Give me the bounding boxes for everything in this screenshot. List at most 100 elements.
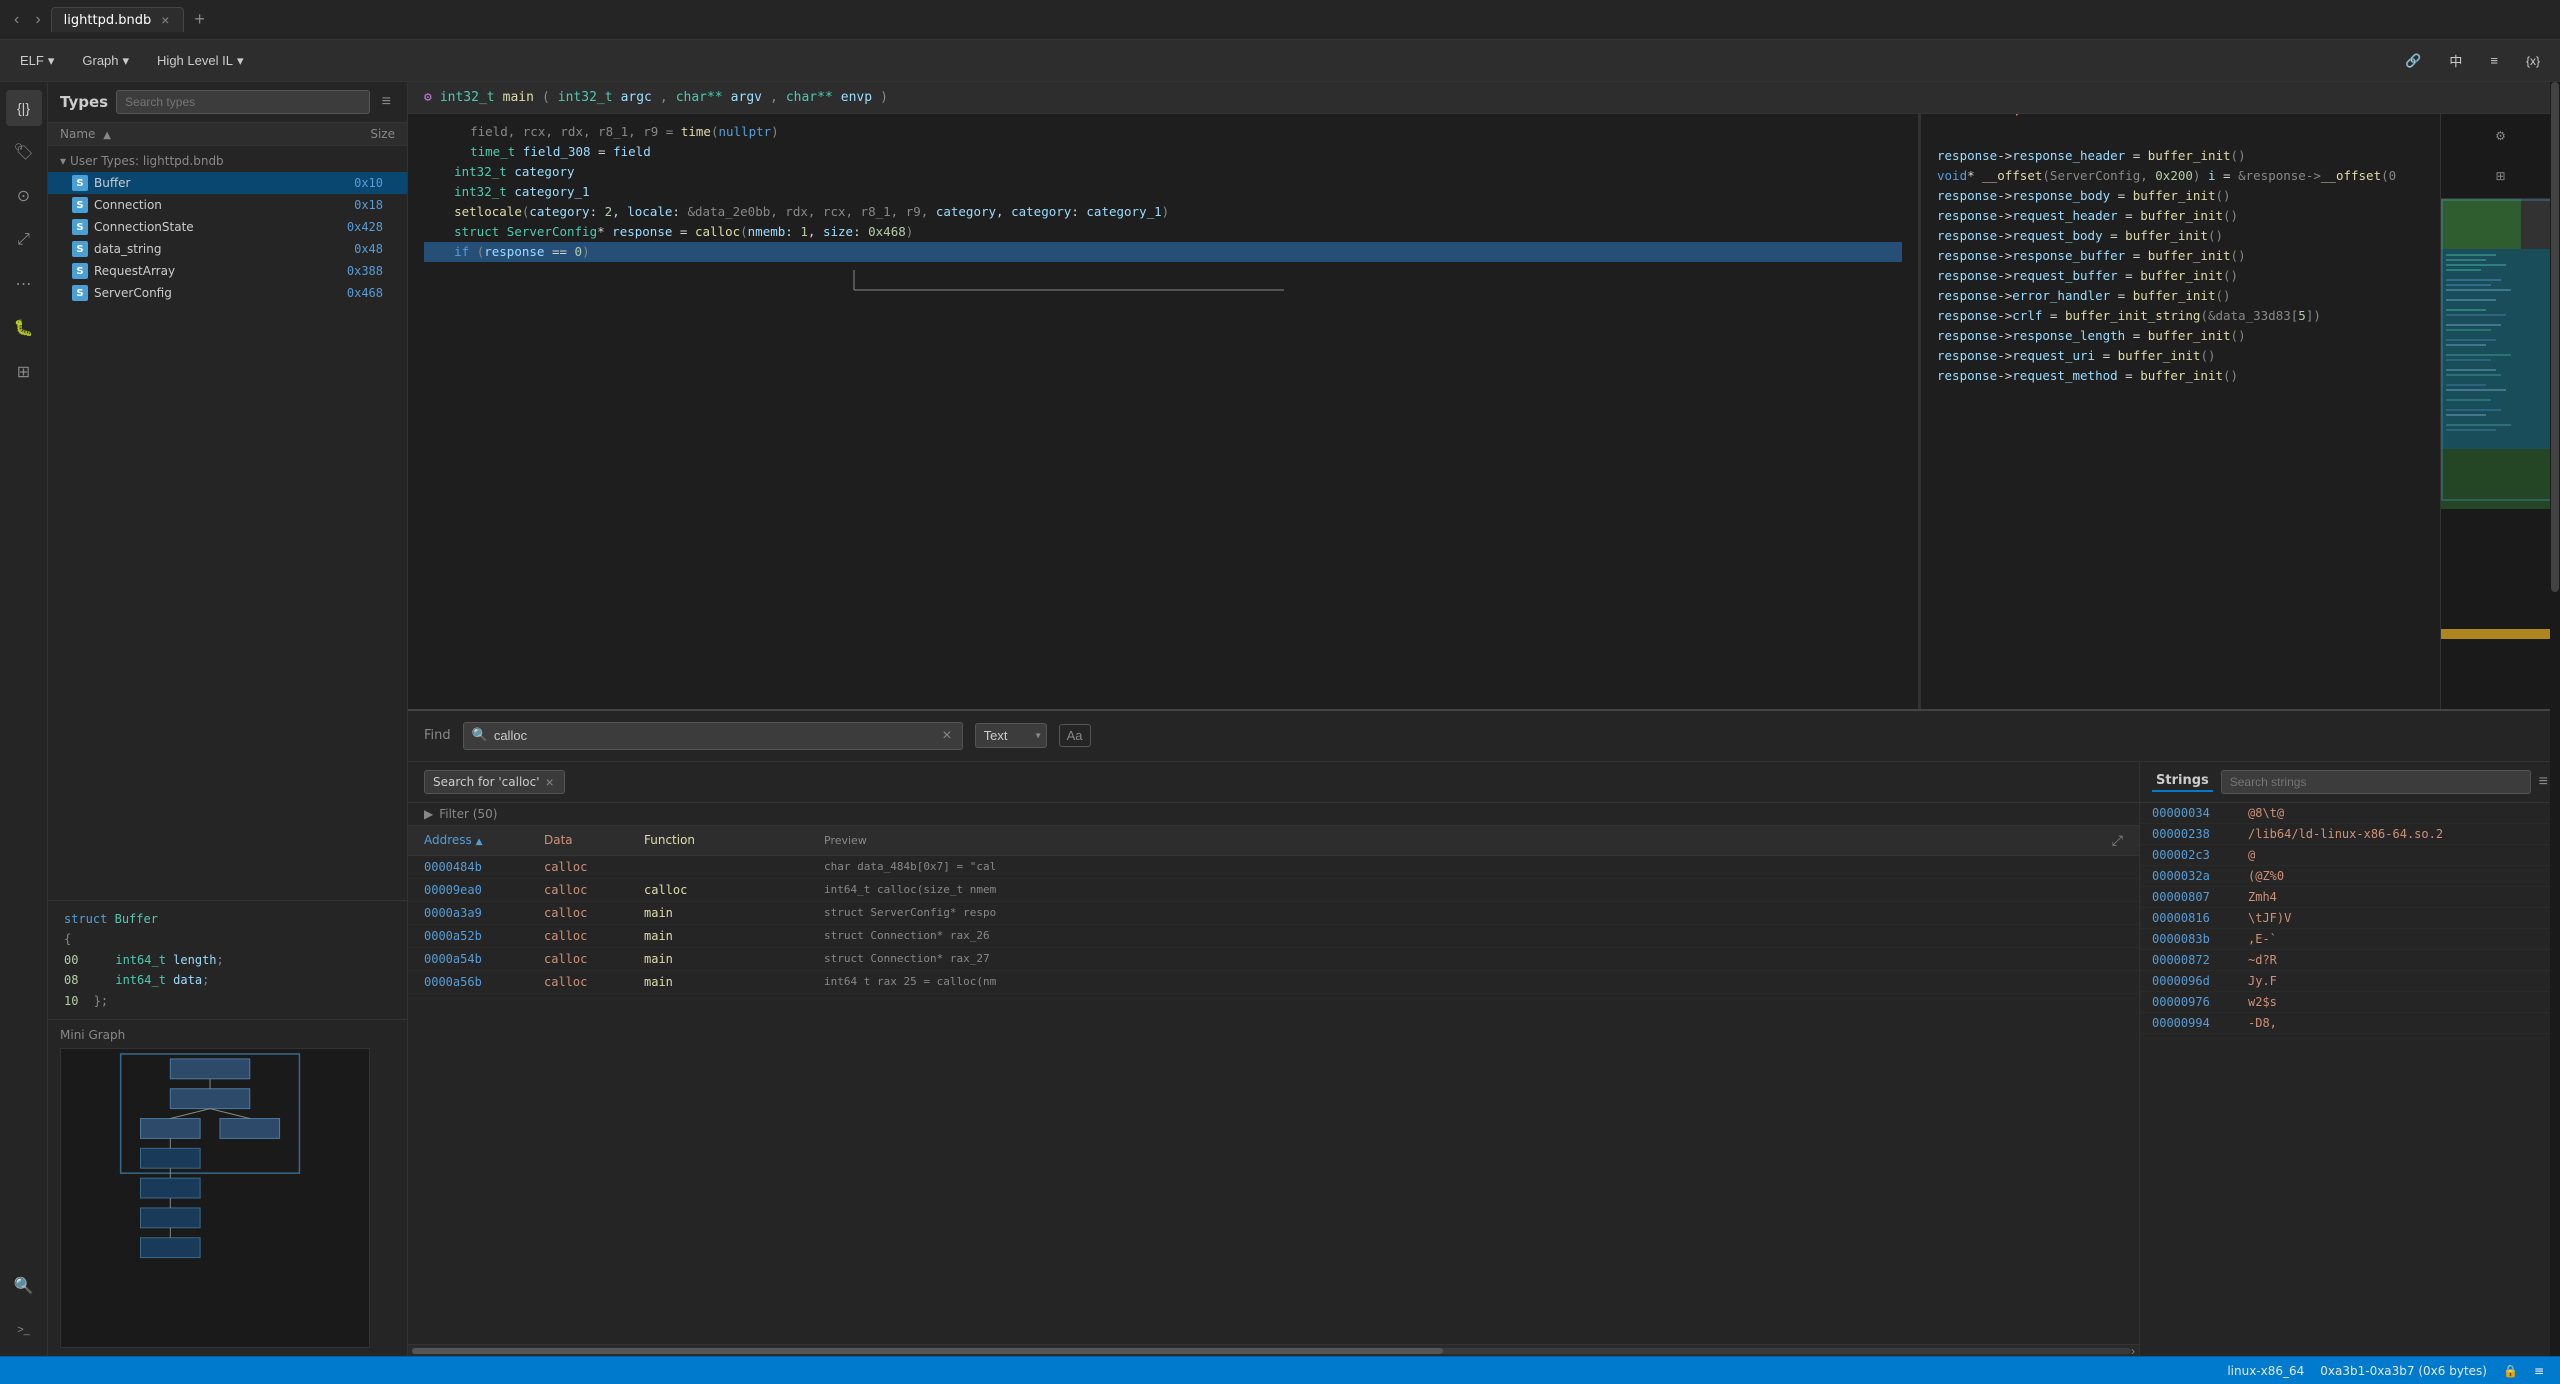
str-val-4: (@Z%0 bbox=[2248, 869, 2548, 883]
minimap-settings-icon[interactable]: ⚙ bbox=[2483, 118, 2519, 154]
chars-button[interactable]: 中 bbox=[2441, 47, 2470, 74]
filter-row[interactable]: ▶ Filter (50) bbox=[408, 803, 2139, 826]
find-clear-button[interactable]: × bbox=[940, 727, 953, 745]
forward-button[interactable]: › bbox=[29, 7, 46, 33]
str-addr-5: 00000807 bbox=[2152, 890, 2232, 904]
search-types-input[interactable] bbox=[116, 90, 370, 114]
strings-menu-button[interactable]: ≡ bbox=[2539, 773, 2548, 791]
type-item-serverconfig[interactable]: S ServerConfig 0x468 bbox=[48, 282, 407, 304]
string-row-9[interactable]: 0000096d Jy.F bbox=[2140, 971, 2560, 992]
code-right-panel[interactable]: response->response_header = buffer_init(… bbox=[1920, 114, 2440, 709]
type-name-data-string: data_string bbox=[94, 242, 348, 256]
strings-list[interactable]: 00000034 @8\t@ 00000238 /lib64/ld-linux-… bbox=[2140, 803, 2560, 1357]
terminal-icon-btn[interactable]: >_ bbox=[6, 1312, 42, 1348]
type-item-connectionstate[interactable]: S ConnectionState 0x428 bbox=[48, 216, 407, 238]
type-name-buffer: Buffer bbox=[94, 176, 348, 190]
find-label: Find bbox=[424, 728, 451, 743]
str-addr-10: 00000976 bbox=[2152, 995, 2232, 1009]
match-case-button[interactable]: Aa bbox=[1059, 724, 1091, 747]
tags-icon-btn[interactable]: 🏷 bbox=[6, 134, 42, 170]
strings-tab[interactable]: Strings bbox=[2152, 771, 2213, 792]
result-row-3[interactable]: 0000a3a9 calloc main struct ServerConfig… bbox=[408, 902, 2139, 925]
type-item-data-string[interactable]: S data_string 0x48 bbox=[48, 238, 407, 260]
back-button[interactable]: ‹ bbox=[8, 7, 25, 33]
layout-icon: ⊞ bbox=[17, 362, 30, 382]
type-item-buffer[interactable]: S Buffer 0x10 bbox=[48, 172, 407, 194]
xref-icon: ⤢ bbox=[17, 231, 30, 249]
str-val-1: @8\t@ bbox=[2248, 806, 2548, 820]
code-line: int32_t category_1 bbox=[424, 182, 1902, 202]
string-row-11[interactable]: 00000994 -D8, bbox=[2140, 1013, 2560, 1034]
status-range: 0xa3b1-0xa3b7 (0x6 bytes) bbox=[2320, 1364, 2487, 1378]
code-area: ⚙ int32_t main ( int32_t argc , char** a… bbox=[408, 82, 2560, 1356]
string-row-6[interactable]: 00000816 \tJF)V bbox=[2140, 908, 2560, 929]
graph-chevron-icon: ▾ bbox=[123, 53, 130, 69]
result-row-1[interactable]: 0000484b calloc char data_484b[0x7] = "c… bbox=[408, 856, 2139, 879]
result-func-5: main bbox=[644, 952, 824, 966]
string-row-8[interactable]: 00000872 ~d?R bbox=[2140, 950, 2560, 971]
string-row-3[interactable]: 000002c3 @ bbox=[2140, 845, 2560, 866]
il-icon-btn[interactable]: ⋯ bbox=[6, 266, 42, 302]
find-input[interactable] bbox=[494, 728, 934, 743]
search-icon-btn[interactable]: 🔍 bbox=[6, 1268, 42, 1304]
string-row-7[interactable]: 0000083b ,E-` bbox=[2140, 929, 2560, 950]
result-row-4[interactable]: 0000a52b calloc main struct Connection* … bbox=[408, 925, 2139, 948]
type-item-connection[interactable]: S Connection 0x18 bbox=[48, 194, 407, 216]
string-row-10[interactable]: 00000976 w2$s bbox=[2140, 992, 2560, 1013]
type-group-user[interactable]: ▾ User Types: lighttpd.bndb bbox=[48, 150, 407, 172]
highlevel-dropdown-button[interactable]: High Level IL ▾ bbox=[149, 49, 251, 73]
sort-arrow-icon: ▲ bbox=[103, 130, 111, 141]
tab-close-button[interactable]: × bbox=[159, 12, 171, 28]
result-addr-3: 0000a3a9 bbox=[424, 906, 544, 920]
scroll-right-button[interactable]: › bbox=[2131, 1344, 2135, 1357]
result-preview-6: int64 t rax 25 = calloc(nm bbox=[824, 975, 2123, 988]
link-button[interactable]: 🔗 bbox=[2397, 49, 2429, 73]
strings-panel: Strings ≡ 00000034 @8\t@ 00000238 /lib64… bbox=[2140, 762, 2560, 1357]
string-row-2[interactable]: 00000238 /lib64/ld-linux-x86-64.so.2 bbox=[2140, 824, 2560, 845]
highlevel-label: High Level IL bbox=[157, 53, 233, 68]
search-tag-close-button[interactable]: × bbox=[544, 774, 556, 790]
filter-label: Filter (50) bbox=[439, 807, 497, 821]
str-addr-11: 00000994 bbox=[2152, 1016, 2232, 1030]
result-row-5[interactable]: 0000a54b calloc main struct Connection* … bbox=[408, 948, 2139, 971]
type-item-requestarray[interactable]: S RequestArray 0x388 bbox=[48, 260, 407, 282]
col-name-header: Name ▲ bbox=[60, 127, 335, 141]
find-type-select[interactable]: Text Hex Regex bbox=[975, 723, 1047, 748]
results-table[interactable]: Address ▲ Data Function Preview ⤢ 000048… bbox=[408, 826, 2139, 1345]
result-row-6[interactable]: 0000a56b calloc main int64 t rax 25 = ca… bbox=[408, 971, 2139, 994]
string-row-4[interactable]: 0000032a (@Z%0 bbox=[2140, 866, 2560, 887]
layout-icon-btn[interactable]: ⊞ bbox=[6, 354, 42, 390]
minimap-toolbar: ⚙ ⊞ bbox=[2441, 114, 2560, 199]
minimap-layers-icon[interactable]: ⊞ bbox=[2483, 158, 2519, 194]
code-left-panel[interactable]: field, rcx, rdx, r8_1, r9 = time(nullptr… bbox=[408, 114, 1918, 709]
debug-icon-btn[interactable]: 🐛 bbox=[6, 310, 42, 346]
graph-dropdown-button[interactable]: Graph ▾ bbox=[74, 49, 137, 73]
types-menu-button[interactable]: ≡ bbox=[378, 91, 395, 113]
types-panel: Types ≡ Name ▲ Size ▾ User Types: lightt… bbox=[48, 82, 408, 1356]
type-size-connection: 0x18 bbox=[354, 198, 383, 212]
code-split: field, rcx, rdx, r8_1, r9 = time(nullptr… bbox=[408, 114, 2560, 709]
active-tab[interactable]: lighttpd.bndb × bbox=[51, 7, 185, 32]
func-open-paren: ( bbox=[542, 90, 550, 105]
add-tab-button[interactable]: + bbox=[188, 7, 211, 32]
elf-chevron-icon: ▾ bbox=[48, 53, 55, 69]
search-tag-badge[interactable]: Search for 'calloc' × bbox=[424, 770, 565, 794]
func-name: main bbox=[503, 90, 534, 105]
code-line-selected: if (response == 0) bbox=[424, 242, 1902, 262]
bookmark-icon-btn[interactable]: ⊙ bbox=[6, 178, 42, 214]
elf-dropdown-button[interactable]: ELF ▾ bbox=[12, 49, 62, 73]
chars-icon: 中 bbox=[2449, 51, 2462, 70]
string-row-5[interactable]: 00000807 Zmh4 bbox=[2140, 887, 2560, 908]
types-icon-btn[interactable]: {|} bbox=[6, 90, 42, 126]
menu-button[interactable]: ≡ bbox=[2482, 49, 2506, 72]
minimap: ⚙ ⊞ bbox=[2440, 114, 2560, 709]
strings-search-input[interactable] bbox=[2221, 770, 2531, 794]
str-addr-3: 000002c3 bbox=[2152, 848, 2232, 862]
string-row-1[interactable]: 00000034 @8\t@ bbox=[2140, 803, 2560, 824]
result-row-2[interactable]: 00009ea0 calloc calloc int64_t calloc(si… bbox=[408, 879, 2139, 902]
xrefs-icon-btn[interactable]: ⤢ bbox=[6, 222, 42, 258]
result-preview-5: struct Connection* rax_27 bbox=[824, 952, 2123, 965]
var-button[interactable]: {x} bbox=[2518, 50, 2548, 72]
results-expand-button[interactable]: ⤢ bbox=[2112, 832, 2123, 849]
result-data-6: calloc bbox=[544, 975, 644, 989]
